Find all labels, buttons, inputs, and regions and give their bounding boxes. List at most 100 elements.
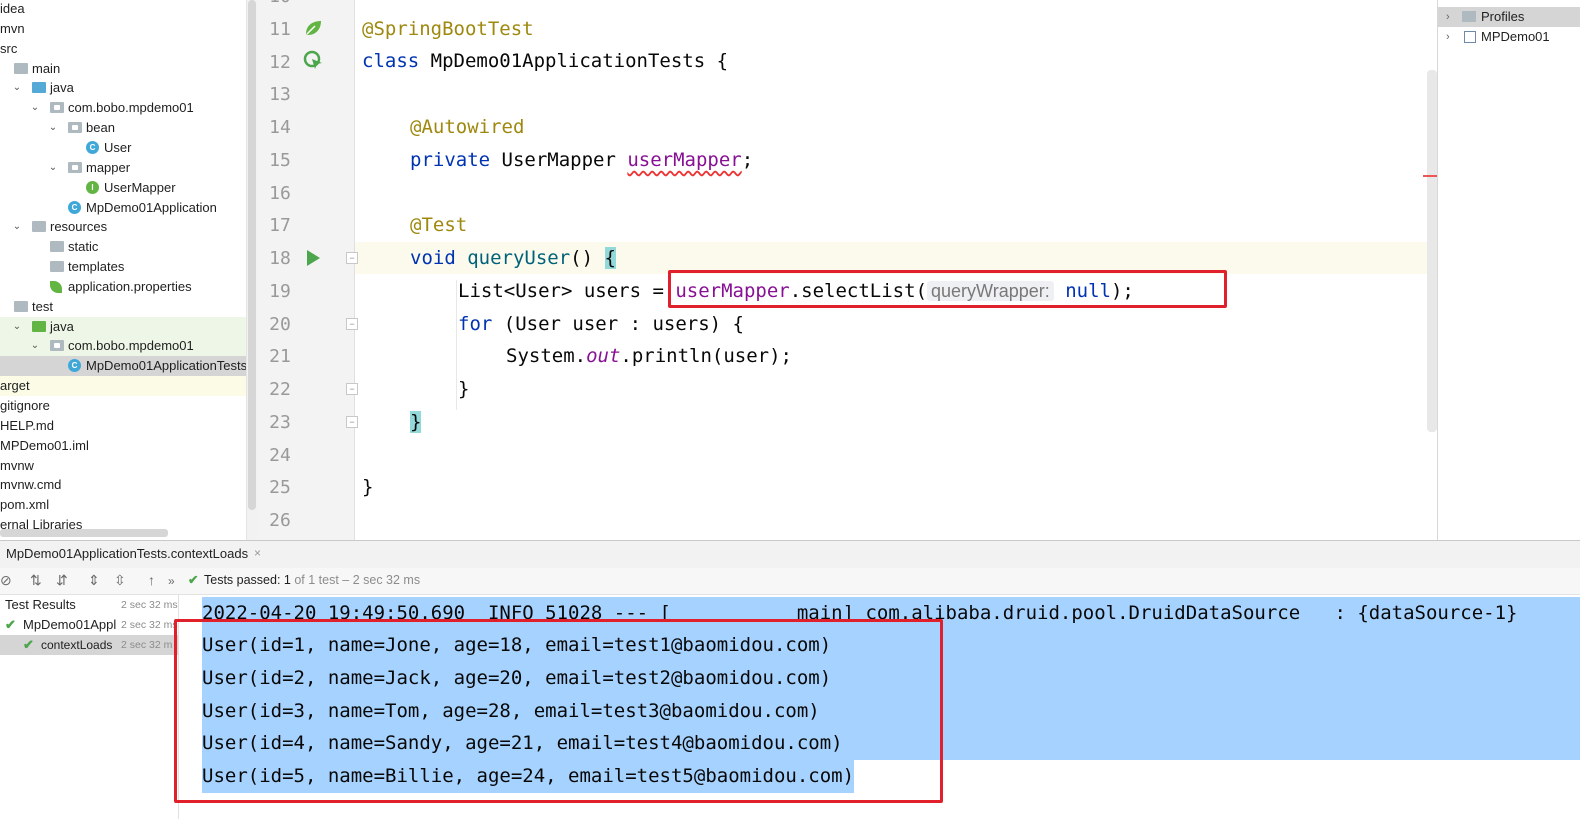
spring-bean-icon[interactable] [302,17,324,39]
tree-item[interactable]: I UserMapper [0,178,246,198]
tree-item[interactable]: arget [0,376,246,397]
loop-header: (User user : users) { [492,313,744,335]
error-stripe-marker[interactable] [1423,175,1437,177]
tree-item-label: HELP.md [0,417,54,433]
code-line-22[interactable]: } [458,373,469,405]
package-icon [50,102,64,114]
more-icon[interactable]: » [168,574,175,588]
tree-item[interactable]: C User [0,138,246,158]
tree-item[interactable]: C MpDemo01ApplicationTests [0,356,246,377]
chevron-down-icon[interactable]: ⌄ [30,98,40,118]
run-test-icon[interactable] [302,247,324,269]
test-results-root[interactable]: Test Results 2 sec 32 ms [0,595,178,615]
tree-item-label: src [0,40,18,56]
tree-item-label: MPDemo01.iml [0,437,89,453]
chevron-right-icon[interactable]: › [1446,27,1450,47]
tree-item[interactable]: ⌄ java [0,316,246,337]
test-results-class[interactable]: ✔ MpDemo01Appl 2 sec 32 ms [0,615,178,635]
code-line-20[interactable]: for (User user : users) { [458,308,744,340]
chevron-down-icon[interactable]: ⌄ [12,78,22,98]
run-tab-title[interactable]: MpDemo01ApplicationTests.contextLoads [6,546,248,561]
editor-scrollbar[interactable] [1427,70,1437,432]
code-line-25[interactable]: } [362,471,373,503]
tree-item-label: mvn [0,20,25,36]
line-number: 13 [269,84,291,106]
fold-toggle-icon[interactable]: − [346,416,358,428]
sort-duration-icon[interactable]: ⇵ [56,572,68,589]
class-ref: System. [506,345,587,367]
tree-item[interactable]: ⌄ resources [0,217,246,237]
chevron-down-icon[interactable]: ⌄ [30,336,40,356]
annotation: @SpringBootTest [362,18,534,40]
project-tree: idea mvn src main ⌄ java ⌄ com.bobo.mpdemo01 ⌄ be… [0,0,246,540]
run-tests-icon[interactable] [302,49,324,71]
status-suffix: of 1 test – 2 sec 32 ms [290,573,421,587]
test-results-method[interactable]: ✔ contextLoads 2 sec 32 m [0,635,178,655]
tree-item[interactable]: HELP.md [0,416,246,436]
tree-item[interactable]: ⌄ mapper [0,158,246,178]
tree-item[interactable]: C MpDemo01Application [0,198,246,218]
code-line-11[interactable]: @SpringBootTest [362,13,534,45]
matched-brace: } [410,411,422,433]
tree-item[interactable]: ⌄ com.bobo.mpdemo01 [0,98,246,118]
tree-item[interactable]: mvn [0,19,246,39]
maven-module-icon [1464,31,1476,43]
line-number: 16 [269,182,291,204]
folder-icon [14,300,28,312]
code-line-18[interactable]: void queryUser() { [410,242,616,274]
chevron-down-icon[interactable]: ⌄ [12,317,22,337]
folder-icon [32,221,46,233]
tree-item[interactable]: mvnw.cmd [0,475,246,495]
tree-item[interactable]: src [0,39,246,59]
maven-item-label: Profiles [1481,9,1525,24]
maven-item-profiles[interactable]: › Profiles [1438,7,1580,27]
tree-item[interactable]: pom.xml [0,495,246,515]
code-line-12[interactable]: class MpDemo01ApplicationTests { [362,45,728,77]
chevron-down-icon[interactable]: ⌄ [48,158,58,178]
tree-item-label: MpDemo01ApplicationTests [86,358,246,374]
tree-item-label: pom.xml [0,497,50,513]
tree-item[interactable]: templates [0,257,246,277]
project-tree-scrollbar[interactable] [248,0,256,510]
code-line-21[interactable]: System.out.println(user); [506,340,792,372]
code-line-14[interactable]: @Autowired [410,111,524,143]
tree-item[interactable]: static [0,237,246,257]
tree-item[interactable]: mvnw [0,456,246,476]
expand-all-icon[interactable]: ⇕ [88,572,100,589]
tree-item-label: templates [68,259,125,275]
project-tree-horizontal-scrollbar[interactable] [0,529,168,537]
code-line-15[interactable]: private UserMapper userMapper; [410,144,753,176]
tree-item[interactable]: main [0,59,246,79]
interface-icon: I [86,180,99,194]
code-line-17[interactable]: @Test [410,209,467,241]
tree-item-label: gitignore [0,398,50,413]
tree-item[interactable]: test [0,297,246,317]
fold-toggle-icon[interactable]: − [346,318,358,330]
tree-item[interactable]: application.properties [0,277,246,297]
check-icon: ✔ [23,637,34,652]
tree-item-label: main [32,60,61,76]
tree-item[interactable]: MPDemo01.iml [0,436,246,456]
collapse-all-icon[interactable]: ⇳ [114,572,126,589]
fold-toggle-icon[interactable]: − [346,252,358,264]
tree-item[interactable]: ⌄ bean [0,118,246,138]
code-line-23[interactable]: } [410,406,422,438]
tree-item[interactable]: ⌄ java [0,78,246,98]
line-number: 25 [269,477,291,499]
stop-icon[interactable]: ⊘ [0,572,12,589]
sort-alpha-icon[interactable]: ⇅ [30,572,42,589]
tree-item[interactable]: idea [0,0,246,19]
chevron-right-icon[interactable]: › [1446,7,1450,27]
previous-failed-icon[interactable]: ↑ [148,572,155,588]
package-icon [50,340,64,352]
line-number: 20 [269,313,291,335]
fold-toggle-icon[interactable]: − [346,383,358,395]
folder-icon [50,241,64,253]
tree-item[interactable]: gitignore [0,396,246,416]
tree-item[interactable]: ⌄ com.bobo.mpdemo01 [0,336,246,357]
maven-item-project[interactable]: › MPDemo01 [1438,27,1580,47]
close-icon[interactable]: × [254,546,261,560]
chevron-down-icon[interactable]: ⌄ [12,217,22,237]
chevron-down-icon[interactable]: ⌄ [48,118,58,138]
